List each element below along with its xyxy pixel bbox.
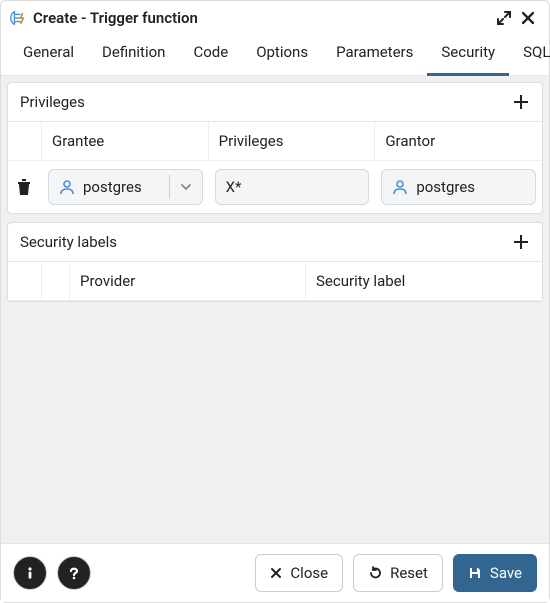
tab-options[interactable]: Options <box>242 33 322 76</box>
delete-row-button[interactable] <box>17 179 33 195</box>
reset-button-label: Reset <box>390 564 428 582</box>
tab-general[interactable]: General <box>9 33 88 76</box>
privileges-panel: Privileges Grantee Privileges Grantor <box>7 82 543 214</box>
add-privilege-button[interactable] <box>512 93 530 111</box>
col-privileges: Privileges <box>209 122 376 161</box>
privileges-input[interactable]: X* <box>215 169 370 205</box>
security-labels-title: Security labels <box>20 233 117 251</box>
close-button[interactable]: Close <box>255 554 343 592</box>
close-button-label: Close <box>290 564 328 582</box>
col-delete <box>8 262 42 301</box>
save-button-label: Save <box>490 564 522 582</box>
tab-sql[interactable]: SQL <box>509 33 550 76</box>
add-security-label-button[interactable] <box>512 233 530 251</box>
privilege-row: postgres X* postgres <box>8 161 542 213</box>
dialog-footer: Close Reset Save <box>1 543 549 602</box>
security-labels-columns: Provider Security label <box>8 262 542 301</box>
help-button[interactable] <box>57 556 91 590</box>
col-delete <box>8 122 42 161</box>
tab-parameters[interactable]: Parameters <box>322 33 427 76</box>
col-provider: Provider <box>70 262 306 301</box>
grantee-value: postgres <box>83 178 142 196</box>
grantee-select[interactable]: postgres <box>48 169 203 205</box>
dialog-titlebar: Create - Trigger function <box>1 1 549 33</box>
tab-definition[interactable]: Definition <box>88 33 179 76</box>
grantor-display: postgres <box>381 169 536 205</box>
dialog-title: Create - Trigger function <box>33 9 198 27</box>
expand-icon[interactable] <box>495 9 513 27</box>
save-button[interactable]: Save <box>453 554 537 592</box>
chevron-down-icon <box>169 175 192 199</box>
col-grantor: Grantor <box>375 122 542 161</box>
info-button[interactable] <box>13 556 47 590</box>
privileges-value: X* <box>226 178 242 196</box>
col-grantee: Grantee <box>42 122 209 161</box>
trigger-function-icon <box>9 9 27 27</box>
tabs: General Definition Code Options Paramete… <box>1 33 549 76</box>
tab-security[interactable]: Security <box>427 33 509 76</box>
security-labels-panel: Security labels Provider Security label <box>7 222 543 302</box>
col-edit <box>42 262 70 301</box>
col-security-label: Security label <box>306 262 542 301</box>
tab-body-security: Privileges Grantee Privileges Grantor <box>1 76 549 543</box>
reset-button[interactable]: Reset <box>353 554 443 592</box>
tab-code[interactable]: Code <box>179 33 242 76</box>
privileges-title: Privileges <box>20 93 85 111</box>
privileges-columns: Grantee Privileges Grantor <box>8 122 542 161</box>
close-icon[interactable] <box>519 9 537 27</box>
privileges-header: Privileges <box>8 83 542 122</box>
security-labels-header: Security labels <box>8 223 542 262</box>
grantor-value: postgres <box>416 178 475 196</box>
